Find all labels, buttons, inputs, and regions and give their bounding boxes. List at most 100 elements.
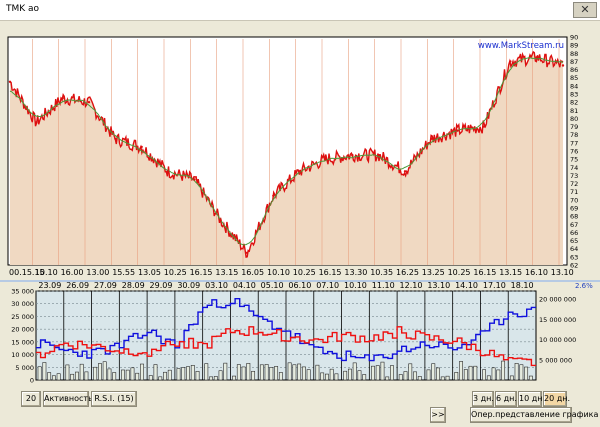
price-y-tick-label: 65 bbox=[570, 237, 578, 245]
price-x-tick-label: 10.25 bbox=[293, 268, 316, 277]
chart-window: TMK ao ✕ 90 89 88 87 86 85 84 83 82 81 80 79 78 77 76 7… bbox=[0, 0, 600, 427]
price-y-tick-label: 68 bbox=[570, 213, 578, 221]
operative-view-button[interactable]: Опер.представление графика bbox=[470, 407, 598, 423]
volume-bar bbox=[491, 367, 496, 381]
volume-bar bbox=[297, 363, 302, 381]
rsi-button[interactable]: R.S.I. (15) bbox=[91, 391, 137, 407]
volume-bar bbox=[496, 369, 501, 381]
volume-bar bbox=[315, 364, 320, 381]
turnover-y-tick-label: 15 000 000 bbox=[539, 316, 576, 324]
volume-bar bbox=[93, 366, 98, 381]
volume-bar bbox=[459, 361, 463, 381]
volume-date-label: 28.09 bbox=[122, 281, 145, 290]
volume-date-label: 12.10 bbox=[400, 281, 423, 290]
volume-date-label: 29.09 bbox=[150, 281, 173, 290]
price-x-tick-label: 16.25 bbox=[396, 268, 419, 277]
close-button[interactable]: ✕ bbox=[573, 2, 597, 18]
price-point bbox=[456, 129, 459, 132]
volume-bar bbox=[468, 365, 473, 381]
volume-bar bbox=[348, 368, 352, 381]
price-x-tick-label: 13.10 bbox=[551, 268, 574, 277]
next-button[interactable]: >> bbox=[430, 407, 446, 423]
price-y-tick-label: 72 bbox=[570, 180, 578, 188]
volume-bar bbox=[236, 364, 241, 381]
volume-bar bbox=[334, 373, 339, 381]
price-point bbox=[351, 153, 354, 157]
period-button[interactable]: 20 bbox=[21, 391, 41, 407]
volume-bar bbox=[436, 367, 440, 381]
volume-y-tick-label: 30 000 bbox=[11, 300, 34, 308]
price-point bbox=[61, 96, 64, 100]
volume-bar bbox=[251, 370, 256, 381]
price-y-tick-label: 74 bbox=[570, 164, 578, 172]
price-chart: 9089888786858483828180797877767574737271… bbox=[7, 34, 578, 277]
price-y-tick-label: 85 bbox=[570, 74, 578, 82]
price-x-tick-label: 16.10 bbox=[525, 268, 548, 277]
6-days-button[interactable]: 6 дн. bbox=[495, 391, 517, 407]
price-x-tick-label: 16.05 bbox=[241, 268, 264, 277]
volume-bar bbox=[107, 368, 112, 381]
volume-bar bbox=[306, 369, 311, 381]
volume-bar bbox=[153, 364, 158, 381]
price-point bbox=[35, 121, 38, 124]
volume-bar bbox=[140, 363, 144, 381]
volume-date-label: 04.10 bbox=[233, 281, 256, 290]
price-y-tick-label: 71 bbox=[570, 188, 578, 196]
volume-bar bbox=[408, 363, 413, 381]
volume-bar bbox=[417, 376, 422, 381]
20-days-button[interactable]: 20 дн. bbox=[543, 391, 570, 407]
volume-bar bbox=[398, 374, 403, 381]
turnover-y-tick-label: 20 000 000 bbox=[539, 296, 576, 304]
volume-bar bbox=[482, 369, 487, 381]
percent-label: 2.6% bbox=[575, 282, 593, 290]
volume-bar bbox=[362, 374, 367, 381]
price-y-tick-label: 87 bbox=[570, 58, 578, 66]
volume-bar bbox=[79, 363, 84, 381]
price-y-tick-label: 67 bbox=[570, 221, 578, 229]
price-y-tick-label: 73 bbox=[570, 172, 578, 180]
volume-bar bbox=[509, 375, 514, 381]
volume-date-label: 05.10 bbox=[261, 281, 284, 290]
volume-bar bbox=[130, 367, 135, 381]
volume-bar bbox=[176, 368, 181, 381]
price-y-tick-label: 90 bbox=[570, 34, 578, 42]
price-y-tick-label: 69 bbox=[570, 205, 578, 213]
volume-bar bbox=[403, 371, 408, 381]
volume-bar bbox=[223, 362, 228, 381]
price-x-tick-label: 16.00 bbox=[61, 268, 84, 277]
price-point bbox=[377, 153, 380, 157]
volume-bar bbox=[74, 371, 79, 381]
volume-bar bbox=[246, 363, 251, 381]
activity-button[interactable]: Активность bbox=[43, 391, 93, 407]
volume-bar bbox=[385, 376, 390, 381]
price-y-tick-label: 80 bbox=[570, 115, 578, 123]
price-x-tick-label: 13.00 bbox=[86, 268, 109, 277]
volume-date-label: 30.09 bbox=[177, 281, 200, 290]
price-x-tick-label: 13.15 bbox=[499, 268, 522, 277]
volume-bar bbox=[259, 364, 264, 381]
window-title: TMK ao bbox=[6, 4, 40, 14]
volume-bar bbox=[158, 376, 163, 381]
3-days-button[interactable]: 3 дн. bbox=[472, 391, 494, 407]
10-days-button[interactable]: 10 дн. bbox=[518, 391, 545, 407]
volume-bar bbox=[329, 368, 334, 381]
price-point bbox=[8, 80, 12, 83]
volume-date-label: 03.10 bbox=[205, 281, 228, 290]
volume-bar bbox=[70, 373, 75, 381]
price-x-tick-label: 13.05 bbox=[138, 268, 161, 277]
volume-date-label: 10.10 bbox=[344, 281, 367, 290]
volume-bar bbox=[278, 372, 283, 381]
volume-bar bbox=[37, 366, 42, 381]
volume-bar bbox=[42, 362, 47, 381]
volume-date-label: 17.10 bbox=[483, 281, 506, 290]
price-x-tick-label: 10.25 bbox=[164, 268, 187, 277]
price-point bbox=[87, 100, 91, 104]
price-y-tick-label: 63 bbox=[570, 253, 578, 261]
price-y-tick-label: 81 bbox=[570, 107, 578, 115]
volume-bar bbox=[195, 371, 200, 381]
volume-date-label: 07.10 bbox=[316, 281, 339, 290]
volume-bar bbox=[135, 372, 140, 381]
volume-date-label: 11.10 bbox=[372, 281, 395, 290]
volume-bar bbox=[357, 370, 362, 381]
volume-y-tick-label: 0 bbox=[30, 377, 34, 385]
